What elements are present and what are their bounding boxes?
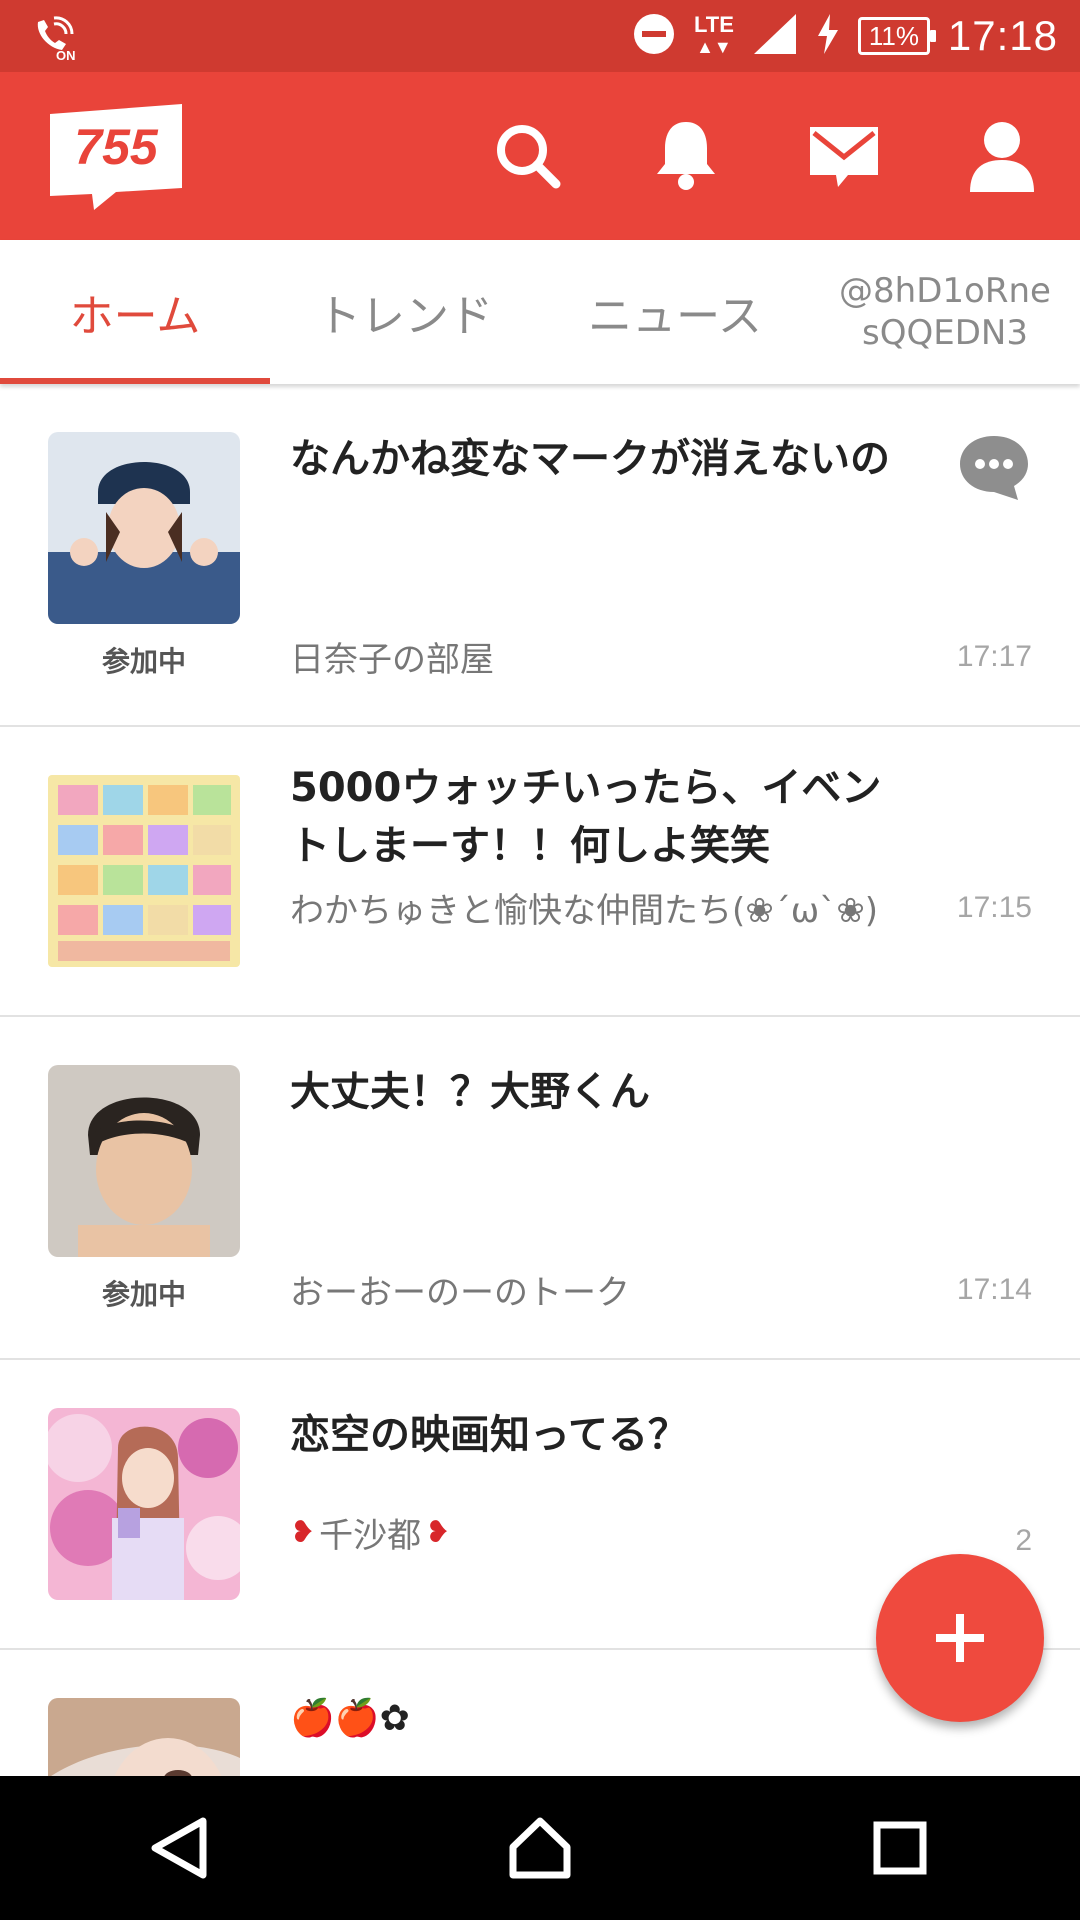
mail-icon: [810, 127, 878, 187]
lte-icon: LTE ▲▼: [693, 12, 734, 58]
system-nav-bar: [0, 1776, 1080, 1920]
search-icon: [497, 125, 561, 189]
thumbnail-image: [48, 775, 240, 967]
heart-icon: ❥: [425, 1515, 451, 1550]
signal-icon: [752, 12, 798, 60]
logo-text: 755: [74, 119, 159, 175]
bell-icon: [657, 122, 715, 190]
post-time: 17:17: [956, 640, 1032, 673]
tab-news[interactable]: ニュース: [540, 240, 810, 384]
profile-icon: [970, 122, 1034, 192]
comment-bubble-icon[interactable]: [958, 432, 1030, 504]
room-name-text: 千沙都: [319, 1516, 422, 1556]
room-name: ❥ 千沙都 ❥: [290, 1508, 450, 1557]
notifications-button[interactable]: [638, 108, 734, 204]
room-name: わかちゅきと愉快な仲間たち(❀´ω`❀): [290, 891, 878, 931]
feed-item[interactable]: 5000ウォッチいったら、イベントしまーす！！何しよ笑笑 わかちゅきと愉快な仲間…: [0, 727, 1080, 1017]
app-logo[interactable]: 755: [46, 102, 186, 214]
thumbnail-image: [48, 1408, 240, 1600]
tab-trend[interactable]: トレンド: [270, 240, 540, 384]
room-name: おーおーのーのトーク: [290, 1273, 630, 1313]
status-bar: ON LTE ▲▼ 11% 17:18: [0, 0, 1080, 72]
tab-home[interactable]: ホーム: [0, 240, 270, 384]
feed-item[interactable]: 参加中 なんかね変なマークが消えないの 日奈子の部屋 17:17: [0, 384, 1080, 727]
search-button[interactable]: [480, 108, 576, 204]
thumbnail-image: [48, 1065, 240, 1257]
svg-text:ON: ON: [56, 48, 76, 62]
heart-icon: ❥: [290, 1515, 316, 1550]
thumbnail-image: [48, 432, 240, 624]
home-icon: [509, 1817, 571, 1879]
charging-icon: [816, 14, 840, 58]
post-title: 大丈夫！？大野くん: [290, 1069, 650, 1115]
plus-icon: [936, 1614, 984, 1662]
post-time: 17:14: [956, 1273, 1032, 1306]
post-title: 5000ウォッチいったら、イベントしまーす！！何しよ笑笑: [290, 765, 882, 869]
do-not-disturb-icon: [632, 12, 676, 60]
post-title: 🍎🍎✿: [290, 1698, 410, 1739]
recents-icon: [873, 1821, 927, 1875]
profile-button[interactable]: [954, 108, 1050, 204]
back-icon: [151, 1817, 207, 1879]
battery-icon: 11%: [857, 17, 936, 55]
lte-label: LTE: [693, 12, 734, 37]
volte-call-icon: ON: [30, 12, 80, 63]
battery-level: 11%: [868, 20, 919, 51]
joined-label: 参加中: [101, 645, 186, 678]
feed-item[interactable]: 参加中 大丈夫！？大野くん おーおーのーのトーク 17:14: [0, 1017, 1080, 1360]
post-time: 17:15: [956, 891, 1032, 924]
post-time: 2: [1015, 1524, 1032, 1557]
room-name: 日奈子の部屋: [290, 640, 494, 680]
thumbnail-image: [48, 1698, 240, 1776]
joined-label: 参加中: [101, 1278, 186, 1311]
post-title: 恋空の映画知ってる？: [290, 1412, 688, 1458]
status-time: 17:18: [947, 12, 1058, 59]
tab-bar: ホーム トレンド ニュース @8hD1oRne sQQEDN3: [0, 240, 1080, 384]
app-bar: 755: [0, 72, 1080, 240]
recents-button[interactable]: [850, 1798, 950, 1898]
create-post-button[interactable]: [876, 1554, 1044, 1722]
back-button[interactable]: [130, 1798, 230, 1898]
tab-user[interactable]: @8hD1oRne sQQEDN3: [810, 240, 1080, 384]
post-title: なんかね変なマークが消えないの: [290, 436, 890, 482]
home-button[interactable]: [490, 1798, 590, 1898]
messages-button[interactable]: [796, 108, 892, 204]
